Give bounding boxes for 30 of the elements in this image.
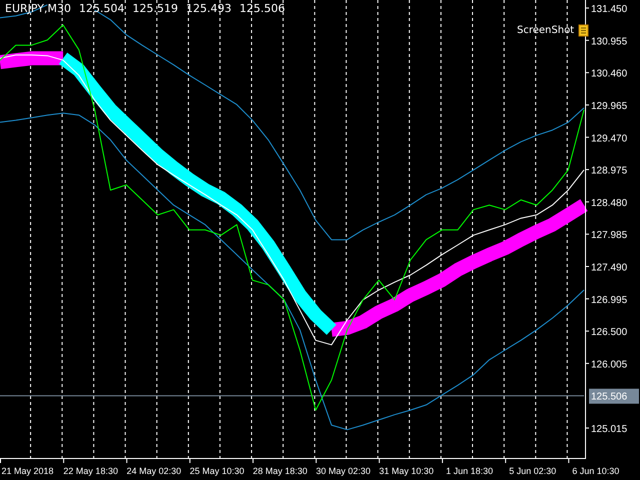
time-label: 6 Jun 10:30 xyxy=(572,466,620,476)
time-label: 5 Jun 02:30 xyxy=(509,466,556,476)
price-label: 129.470 xyxy=(591,133,628,144)
price-label: 130.460 xyxy=(591,68,628,80)
price-label: 128.975 xyxy=(591,166,628,177)
time-label: 21 May 2018 xyxy=(2,466,54,476)
ohlc-value: 125.493 xyxy=(184,2,232,16)
time-label: 1 Jun 18:30 xyxy=(446,466,494,476)
time-label: 25 May 10:30 xyxy=(190,466,244,476)
time-label: 30 May 02:30 xyxy=(316,466,371,476)
ohlc-value: 125.506 xyxy=(238,2,286,16)
price-label: 125.015 xyxy=(591,424,628,436)
price-label: 131.450 xyxy=(591,4,628,16)
price-label: 126.500 xyxy=(591,327,628,338)
ohlc-value: 125.519 xyxy=(131,2,179,16)
screenshot-button[interactable]: ScreenShot xyxy=(517,24,590,37)
time-label: 22 May 18:30 xyxy=(63,466,118,476)
time-label: 28 May 18:30 xyxy=(252,466,308,476)
scroll-icon xyxy=(578,24,590,37)
price-label: 127.490 xyxy=(591,262,628,274)
price-label: 126.995 xyxy=(591,294,628,306)
price-label: 127.985 xyxy=(591,230,628,242)
ohlc-value: 125.504 xyxy=(78,2,126,16)
current-price-tag: 125.506 xyxy=(589,388,639,404)
price-label: 126.005 xyxy=(591,359,628,370)
price-label: 130.955 xyxy=(591,36,628,48)
price-label: 128.480 xyxy=(591,198,628,209)
price-label: 129.965 xyxy=(591,100,628,112)
time-label: 31 May 10:30 xyxy=(379,466,434,476)
time-label: 24 May 02:30 xyxy=(126,466,182,476)
